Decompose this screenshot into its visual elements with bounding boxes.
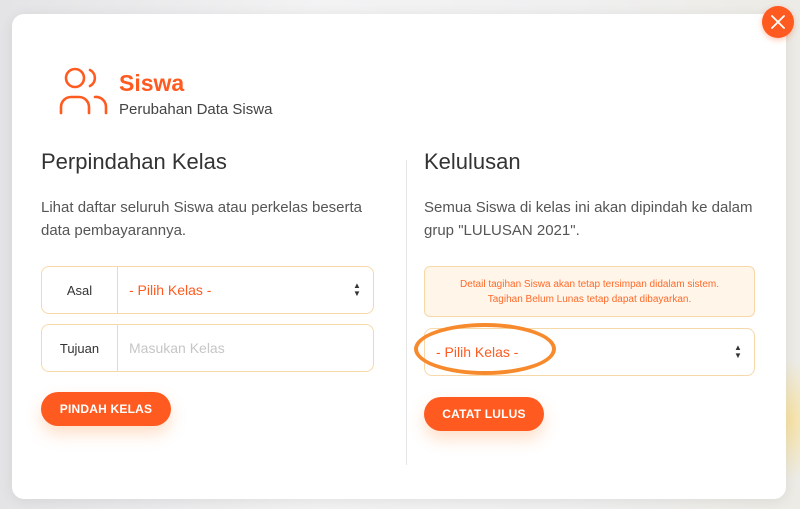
tujuan-field: Tujuan [41, 324, 374, 372]
select-arrows-icon: ▲ ▼ [353, 281, 361, 298]
modal-title: Siswa [119, 70, 185, 96]
pindah-kelas-button[interactable]: PINDAH KELAS [41, 392, 171, 426]
catat-lulus-button[interactable]: CATAT LULUS [424, 397, 544, 431]
tujuan-input[interactable] [118, 339, 373, 357]
perpindahan-title: Perpindahan Kelas [41, 149, 227, 174]
kelulusan-kelas-select[interactable]: - Pilih Kelas - ▲ ▼ [424, 328, 755, 376]
asal-select[interactable]: Asal - Pilih Kelas - ▲ ▼ [41, 266, 374, 314]
users-icon [59, 67, 108, 115]
modal-subtitle: Perubahan Data Siswa [119, 101, 273, 118]
kelulusan-selected-value: - Pilih Kelas - [436, 344, 519, 360]
siswa-modal: Siswa Perubahan Data Siswa Perpindahan K… [12, 14, 786, 499]
asal-label: Asal [42, 267, 118, 313]
kelulusan-title: Kelulusan [424, 149, 521, 174]
kelulusan-notice: Detail tagihan Siswa akan tetap tersimpa… [424, 266, 755, 317]
notice-line-2: Tagihan Belum Lunas tetap dapat dibayark… [487, 293, 692, 305]
notice-line-1: Detail tagihan Siswa akan tetap tersimpa… [459, 278, 720, 290]
asal-selected-value: - Pilih Kelas - [129, 282, 212, 298]
section-divider [406, 160, 407, 465]
select-arrows-icon: ▲ ▼ [734, 343, 742, 360]
close-button[interactable] [762, 6, 794, 38]
close-icon [771, 15, 785, 29]
kelulusan-description: Semua Siswa di kelas ini akan dipindah k… [424, 199, 753, 239]
tujuan-label: Tujuan [42, 325, 118, 371]
perpindahan-description: Lihat daftar seluruh Siswa atau perkelas… [41, 199, 363, 239]
